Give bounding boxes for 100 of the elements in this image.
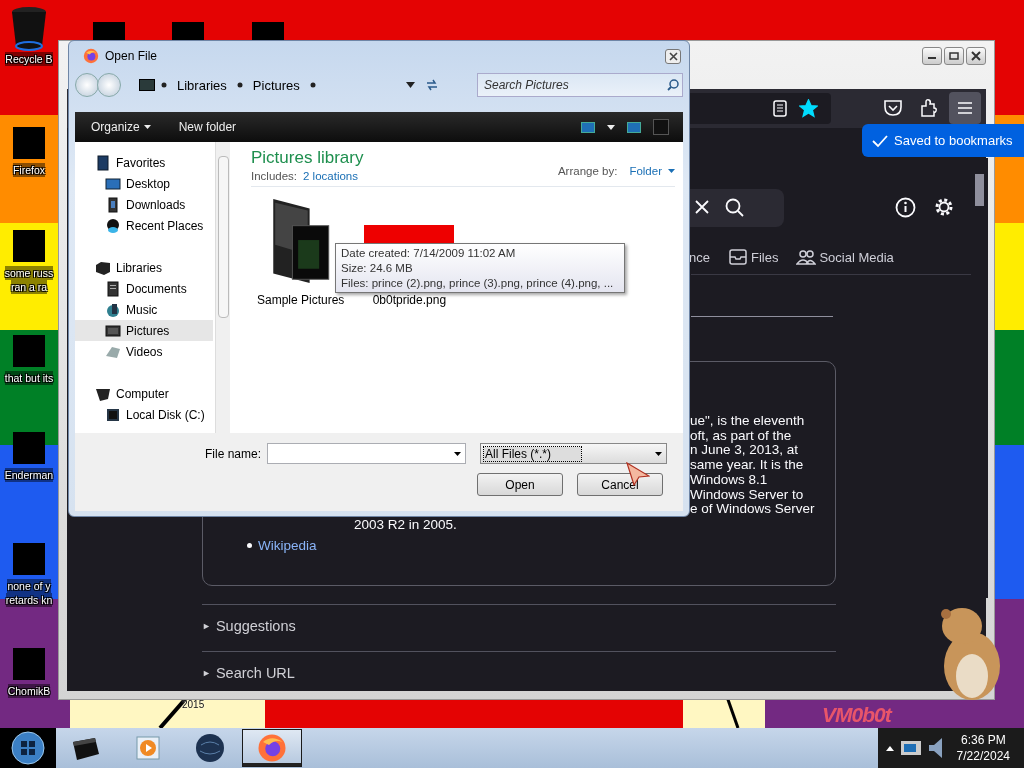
file-name-field[interactable] xyxy=(267,443,467,464)
puzzle-icon[interactable] xyxy=(919,98,939,118)
breadcrumb-separator-icon[interactable] xyxy=(161,82,167,88)
desktop-icon-label[interactable]: Enderman xyxy=(4,468,54,482)
organize-menu[interactable]: Organize xyxy=(87,118,155,136)
search-icon[interactable] xyxy=(725,198,745,218)
locations-link[interactable]: 2 locations xyxy=(303,170,358,182)
firefox-icon xyxy=(257,733,287,763)
desktop-icon-label[interactable]: retards kn xyxy=(5,593,53,607)
refresh-icon[interactable] xyxy=(424,79,439,91)
breadcrumb-separator-icon[interactable] xyxy=(236,82,243,88)
category-tab[interactable]: Social Media xyxy=(796,248,894,266)
start-button[interactable] xyxy=(0,728,56,768)
help-icon[interactable] xyxy=(653,119,669,135)
menu-button[interactable] xyxy=(949,92,981,124)
maximize-button[interactable] xyxy=(944,47,964,65)
clear-icon[interactable] xyxy=(695,200,709,214)
desktop-icon-label[interactable]: Recycle B xyxy=(5,52,53,66)
dropdown-arrow-icon xyxy=(454,451,462,456)
file-name-label: File name: xyxy=(205,446,262,461)
libraries-icon xyxy=(95,259,111,276)
nav-item[interactable]: Music xyxy=(75,299,213,320)
nav-item[interactable]: Videos xyxy=(75,341,213,362)
wallpaper-text: 2015 xyxy=(182,699,205,710)
firefox-icon xyxy=(83,48,99,64)
nav-item[interactable]: Documents xyxy=(75,278,213,299)
show-hidden-icons-icon[interactable] xyxy=(886,745,894,751)
clock[interactable]: 6:36 PM 7/22/2024 xyxy=(956,732,1010,764)
close-button[interactable] xyxy=(665,49,681,64)
tooltip-line: Files: prince (2).png, prince (3).png, prince (4).png, ... xyxy=(341,276,615,291)
trash-can-icon[interactable] xyxy=(10,6,48,52)
arrange-dropdown[interactable]: Folder xyxy=(629,165,675,177)
breadcrumb-separator-icon[interactable] xyxy=(309,82,316,88)
desktop-icon-label[interactable]: ChomikB xyxy=(7,684,51,698)
caret-icon xyxy=(668,169,675,173)
windows-logo-icon xyxy=(11,731,45,765)
dropdown-arrow-icon[interactable] xyxy=(405,82,415,88)
article-text-line: oft, as part of the xyxy=(690,427,792,443)
cancel-button[interactable]: Cancel xyxy=(577,473,663,496)
close-icon xyxy=(668,52,678,61)
nav-header[interactable]: Computer xyxy=(75,383,213,404)
file-type-dropdown[interactable]: All Files (*.*) xyxy=(480,443,668,464)
tooltip-line: Date created: 7/14/2009 11:02 AM xyxy=(341,246,517,261)
reader-view-icon[interactable] xyxy=(773,100,787,117)
tray-icon xyxy=(727,248,748,266)
article-text-line: ue", is the eleventh xyxy=(690,413,805,428)
taskbar-app[interactable] xyxy=(242,729,302,767)
file-name: Sample Pictures xyxy=(257,293,345,307)
info-icon[interactable] xyxy=(895,197,916,218)
nav-header[interactable]: Libraries xyxy=(75,257,213,278)
pictures-icon xyxy=(105,322,121,339)
people-icon xyxy=(796,248,817,266)
scrollbar-thumb[interactable] xyxy=(975,174,984,206)
preview-pane-icon[interactable] xyxy=(627,121,641,133)
collapsible-section[interactable]: ► Search URL xyxy=(202,665,295,681)
desktop-icon-label[interactable]: ran a ra xyxy=(10,280,48,294)
close-button[interactable] xyxy=(966,47,986,65)
settings-icon[interactable] xyxy=(933,196,955,218)
view-icon[interactable] xyxy=(581,121,595,133)
arrange-label: Arrange by: xyxy=(557,165,618,177)
category-tab[interactable]: nce xyxy=(689,249,710,265)
breadcrumb-item[interactable]: Pictures xyxy=(248,77,304,93)
speaker-icon[interactable] xyxy=(928,737,944,759)
pocket-icon[interactable] xyxy=(883,98,903,118)
dropdown-arrow-icon xyxy=(655,451,663,456)
checkmark-icon xyxy=(872,133,888,148)
scrollbar-thumb[interactable] xyxy=(218,156,229,318)
scrollbar[interactable] xyxy=(215,142,230,433)
nav-item[interactable]: Pictures xyxy=(75,320,213,341)
desktop-icon-label[interactable]: none of y xyxy=(7,579,51,593)
music-icon xyxy=(105,301,121,318)
nav-item[interactable]: Downloads xyxy=(75,194,213,215)
desktop-icon xyxy=(105,175,121,192)
play-icon xyxy=(135,735,161,761)
star-icon[interactable] xyxy=(799,99,818,118)
open-button[interactable]: Open xyxy=(477,473,563,496)
wallpaper-text: VM0b0t xyxy=(822,703,891,727)
desktop-icon-label[interactable]: some russ xyxy=(4,266,54,280)
desktop-icon-label[interactable]: that but its xyxy=(4,371,54,385)
file-name: 0b0tpride.png xyxy=(372,293,447,307)
collapsible-section[interactable]: ► Suggestions xyxy=(202,618,296,634)
nav-header[interactable]: Favorites xyxy=(75,152,213,173)
new-folder-button[interactable]: New folder xyxy=(174,118,241,136)
article-text-line: e of Windows Server xyxy=(690,501,815,517)
breadcrumb-item[interactable]: Libraries xyxy=(173,77,231,93)
article-text-line: n June 3, 2013, at xyxy=(690,442,799,458)
wikipedia-link[interactable]: Wikipedia xyxy=(258,538,317,553)
desktop-icon-label[interactable]: Firefox xyxy=(12,163,46,177)
monitor-icon xyxy=(139,79,155,91)
tooltip-line: Size: 24.6 MB xyxy=(341,261,414,276)
nav-item[interactable]: Recent Places xyxy=(75,215,213,236)
favorites-icon xyxy=(95,154,111,171)
nav-item[interactable]: Desktop xyxy=(75,173,213,194)
article-text-line: Windows 8.1 xyxy=(690,471,768,487)
minimize-button[interactable] xyxy=(922,47,942,65)
category-tab[interactable]: Files xyxy=(727,248,779,266)
nav-item[interactable]: Local Disk (C:) xyxy=(75,404,213,425)
dialog-title: Open File xyxy=(105,49,158,63)
article-text-line: Windows Server to xyxy=(690,486,804,502)
article-text-line: 2003 R2 in 2005. xyxy=(354,517,457,532)
